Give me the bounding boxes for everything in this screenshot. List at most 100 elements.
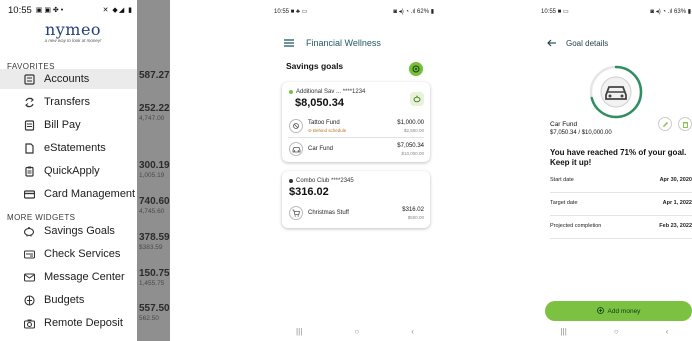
menu-item-bill-pay[interactable]: Bill Pay (0, 115, 137, 135)
camera-icon (22, 316, 36, 330)
delete-goal-button[interactable] (678, 117, 692, 131)
menu-item-estatements[interactable]: eStatements (0, 138, 137, 158)
recent-apps-button[interactable]: ||| (296, 327, 302, 336)
status-dot-icon (289, 90, 293, 94)
goal-row[interactable]: Car Fund $7,050.34 $10,000.00 (288, 140, 424, 160)
accounts-background: 587.27 252.22 4,747.00 300.19 1,005.19 7… (137, 0, 170, 341)
goal-target: $2,500.00 (403, 128, 424, 133)
detail-row: Start date Apr 30, 2020 (550, 173, 692, 193)
back-arrow-icon[interactable] (547, 34, 556, 52)
budget-icon (22, 293, 36, 307)
hamburger-menu-icon[interactable] (284, 34, 294, 52)
detail-value: Apr 1, 2022 (662, 200, 692, 206)
goal-progress-ring (589, 65, 643, 119)
menu-item-remote-deposit[interactable]: Remote Deposit (0, 313, 137, 333)
bill-pay-icon (22, 118, 36, 132)
detail-key: Projected completion (550, 223, 602, 229)
goal-row[interactable]: Christmas Stuff $316.02 $500.00 (288, 204, 424, 224)
accounts-icon (22, 72, 36, 86)
app-screenshots: 587.27 252.22 4,747.00 300.19 1,005.19 7… (0, 0, 692, 341)
status-bar: 10:55 ▣ ▣ ✤ • ✕ ◆◢ ▮ (8, 4, 133, 16)
app-bar: Goal details (547, 34, 608, 52)
trash-icon (682, 115, 689, 133)
transfers-icon (22, 95, 36, 109)
edit-goal-button[interactable] (658, 117, 672, 131)
status-bar: 10:55 ■ ▭ ◙ ◂) ◔ .ıl 63% ▮ (541, 6, 691, 16)
goal-target: $10,000.00 (401, 151, 424, 156)
back-button[interactable]: ‹ (666, 327, 669, 336)
menu-item-transfers[interactable]: Transfers (0, 92, 137, 112)
account-name: Additional Sav ... ****1234 (296, 89, 366, 95)
goal-amount: $316.02 (402, 207, 424, 213)
account-card[interactable]: Additional Sav ... ****1234 $8,050.34 Ta… (282, 82, 430, 162)
account-balance: $8,050.34 (295, 97, 344, 109)
document-icon (22, 141, 36, 155)
goal-target: $500.00 (407, 215, 424, 220)
savings-goals-heading: Savings goals (286, 61, 344, 71)
account-name-row: Additional Sav ... ****1234 (289, 89, 365, 95)
logo-word: nymeo (44, 20, 102, 39)
menu-label: eStatements (44, 142, 106, 154)
menu-label: Transfers (44, 96, 91, 108)
bg-amount: 150.75 (139, 268, 170, 279)
account-card[interactable]: Combo Club ****2345 $316.02 Christmas St… (282, 171, 430, 228)
goal-row[interactable]: Tattoo Fund ⊘ Behind schedule $1,000.00 … (288, 117, 424, 137)
account-balance: $316.02 (289, 186, 329, 198)
back-button[interactable]: ‹ (411, 327, 414, 336)
warning-text: Behind schedule (313, 128, 347, 133)
status-time: 10:55 ■ ▭ (541, 8, 569, 15)
bg-amount: 300.19 (139, 160, 170, 171)
menu-item-check-services[interactable]: Check Services (0, 244, 137, 264)
menu-label: Budgets (44, 294, 85, 306)
bg-sub: $383.59 (139, 244, 163, 251)
page-title: Financial Wellness (306, 38, 381, 48)
home-button[interactable]: ○ (354, 327, 359, 336)
bg-amount: 740.60 (139, 196, 170, 207)
goal-amount: $1,000.00 (397, 120, 424, 126)
car-icon (289, 142, 303, 156)
bg-sub: 562.50 (139, 315, 159, 322)
progress-message: You have reached 71% of your goal. Keep … (550, 148, 687, 167)
goal-amount: $7,050.34 / $10,000.00 (550, 130, 612, 136)
menu-item-card-management[interactable]: Card Management (0, 184, 137, 204)
detail-value: Apr 30, 2020 (659, 177, 692, 183)
behind-schedule-warning: ⊘ Behind schedule (308, 128, 347, 133)
goal-amount: $7,050.34 (397, 143, 424, 149)
menu-label: QuickApply (44, 165, 100, 177)
piggy-bank-icon (22, 224, 36, 238)
nymeo-logo: nymeo a new way to look at money! (38, 20, 108, 44)
home-button[interactable]: ○ (614, 327, 619, 336)
menu-label: Savings Goals (44, 225, 115, 237)
menu-label: Message Center (44, 271, 125, 283)
recent-apps-button[interactable]: ||| (561, 327, 567, 336)
menu-item-budgets[interactable]: Budgets (0, 290, 137, 310)
detail-key: Target date (550, 200, 578, 206)
cart-icon (289, 206, 303, 220)
bg-amount: 587.27 (139, 70, 170, 81)
detail-key: Start date (550, 177, 574, 183)
status-time: 10:55 ■ ♣ ▭ (274, 8, 308, 15)
pencil-icon (662, 115, 669, 133)
bg-amount: 378.59 (139, 232, 170, 243)
account-action-button[interactable] (410, 92, 424, 106)
status-time: 10:55 (8, 4, 32, 16)
clipboard-icon (22, 164, 36, 178)
menu-item-message-center[interactable]: Message Center (0, 267, 137, 287)
menu-item-savings-goals[interactable]: Savings Goals (0, 221, 137, 241)
account-name: Combo Club ****2345 (296, 178, 354, 184)
status-dot-icon (289, 179, 293, 183)
menu-item-quickapply[interactable]: QuickApply (0, 161, 137, 181)
divider (288, 137, 424, 138)
check-icon (22, 247, 36, 261)
bg-sub: 1,005.19 (139, 172, 165, 179)
logo-tagline: a new way to look at money! (44, 38, 102, 43)
add-goal-button[interactable] (409, 62, 423, 76)
detail-row: Projected completion Feb 23, 2022 (550, 219, 692, 239)
financial-wellness-screen: 10:55 ■ ♣ ▭ ◙ ◂) ◔ .ıl 62% ▮ Financial W… (270, 0, 440, 341)
add-money-button[interactable]: Add money (545, 301, 692, 321)
menu-item-accounts[interactable]: Accounts (0, 69, 137, 89)
card-icon (22, 187, 36, 201)
status-icons: ▣ ▣ ✤ • (35, 7, 64, 14)
car-icon (600, 76, 632, 108)
detail-row: Target date Apr 1, 2022 (550, 196, 692, 216)
